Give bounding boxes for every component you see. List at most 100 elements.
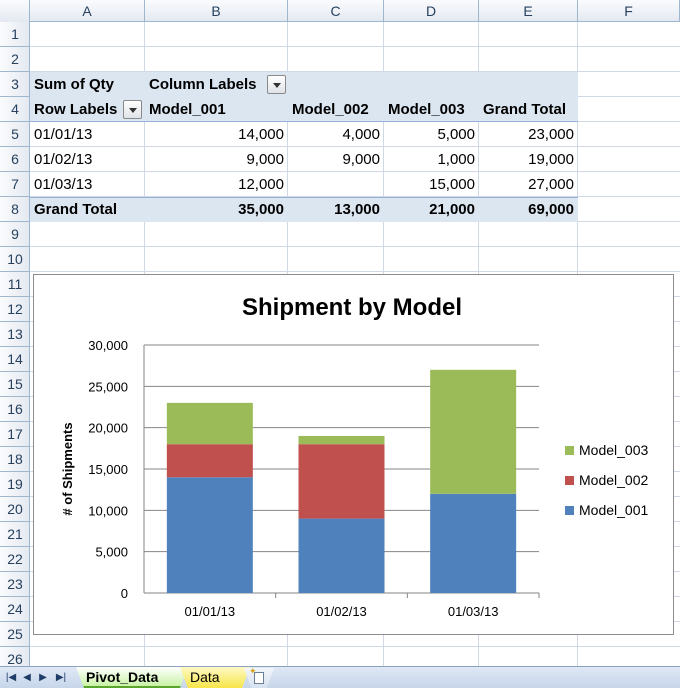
row-header-16[interactable]: 16 — [0, 397, 30, 422]
pivot-cell[interactable]: 5,000 — [384, 122, 479, 147]
sheet-tab-pivot-data[interactable]: Pivot_Data — [76, 667, 188, 688]
pivot-cell[interactable]: 15,000 — [384, 172, 479, 197]
pivot-grand-total-cell[interactable]: 21,000 — [384, 197, 479, 222]
row-header-25[interactable]: 25 — [0, 622, 30, 647]
pivot-column-labels[interactable]: Column Labels — [145, 72, 265, 97]
pivot-cell[interactable]: 9,000 — [145, 147, 288, 172]
legend-swatch — [565, 476, 574, 485]
bar-segment-model-003 — [298, 435, 385, 445]
bar-segment-model-002 — [298, 444, 385, 519]
worksheet: A B C D E F 1 2 3 4 5 6 7 8 9 10 11 12 13 14 15 16 17 18 1… — [0, 0, 680, 666]
bar-segment-model-001 — [430, 493, 517, 593]
sheet-tab-data[interactable]: Data — [180, 667, 250, 688]
row-header-1[interactable]: 1 — [0, 22, 30, 47]
pivot-cell[interactable]: 12,000 — [145, 172, 288, 197]
legend-swatch — [565, 446, 574, 455]
row-header-20[interactable]: 20 — [0, 497, 30, 522]
row-header-15[interactable]: 15 — [0, 372, 30, 397]
row-header-21[interactable]: 21 — [0, 522, 30, 547]
row-header-3[interactable]: 3 — [0, 72, 30, 97]
legend-label: Model_003 — [579, 442, 648, 458]
x-tick-label: 01/03/13 — [448, 604, 499, 619]
pivot-grand-total-cell[interactable]: 35,000 — [145, 197, 288, 222]
pivot-row-label[interactable]: 01/03/13 — [30, 172, 145, 197]
row-header-19[interactable]: 19 — [0, 472, 30, 497]
row-header-12[interactable]: 12 — [0, 297, 30, 322]
row-header-23[interactable]: 23 — [0, 572, 30, 597]
row-header-2[interactable]: 2 — [0, 47, 30, 72]
insert-sheet-icon — [254, 672, 264, 684]
row-header-26[interactable]: 26 — [0, 647, 30, 666]
select-all-corner[interactable] — [0, 0, 30, 22]
x-tick-label: 01/02/13 — [316, 604, 367, 619]
pivot-cell[interactable]: 27,000 — [479, 172, 578, 197]
pivot-cell[interactable]: 23,000 — [479, 122, 578, 147]
column-header-f[interactable]: F — [578, 0, 680, 22]
sheet-tab-bar: |◀ ◀ ▶ ▶| Pivot_Data Data — [0, 666, 680, 688]
row-header-17[interactable]: 17 — [0, 422, 30, 447]
bar-segment-model-001 — [166, 477, 253, 593]
pivot-header-model-003[interactable]: Model_003 — [384, 97, 479, 122]
pivot-grand-total-cell[interactable]: 69,000 — [479, 197, 578, 222]
row-header-9[interactable]: 9 — [0, 222, 30, 247]
row-header-10[interactable]: 10 — [0, 247, 30, 272]
pivot-cell[interactable]: 19,000 — [479, 147, 578, 172]
bar-segment-model-001 — [298, 518, 385, 593]
y-tick-label: 0 — [121, 586, 128, 601]
pivot-grand-total-label[interactable]: Grand Total — [30, 197, 145, 222]
last-sheet-button[interactable]: ▶| — [54, 670, 68, 685]
first-sheet-button[interactable]: |◀ — [4, 670, 18, 685]
y-tick-label: 30,000 — [88, 338, 128, 353]
pivot-chart[interactable]: Shipment by Model 0 5,000 10,000 15,000 20,00… — [33, 274, 674, 635]
pivot-cell[interactable]: 9,000 — [288, 147, 384, 172]
y-tick-label: 25,000 — [88, 379, 128, 394]
y-tick-label: 5,000 — [95, 545, 128, 560]
pivot-header-model-002[interactable]: Model_002 — [288, 97, 384, 122]
row-header-18[interactable]: 18 — [0, 447, 30, 472]
pivot-cell[interactable]: 1,000 — [384, 147, 479, 172]
pivot-grand-total-cell[interactable]: 13,000 — [288, 197, 384, 222]
column-header-c[interactable]: C — [288, 0, 384, 22]
legend-label: Model_002 — [579, 472, 648, 488]
row-header-22[interactable]: 22 — [0, 547, 30, 572]
pivot-row-label[interactable]: 01/01/13 — [30, 122, 145, 147]
row-header-5[interactable]: 5 — [0, 122, 30, 147]
row-header-8[interactable]: 8 — [0, 197, 30, 222]
next-sheet-button[interactable]: ▶ — [36, 670, 50, 685]
row-header-14[interactable]: 14 — [0, 347, 30, 372]
pivot-header-grand-total[interactable]: Grand Total — [479, 97, 578, 122]
row-header-7[interactable]: 7 — [0, 172, 30, 197]
y-tick-label: 10,000 — [88, 503, 128, 518]
insert-sheet-button[interactable] — [244, 668, 274, 688]
column-header-bar: A B C D E F — [0, 0, 680, 22]
pivot-cell[interactable]: 14,000 — [145, 122, 288, 147]
pivot-row-label[interactable]: 01/02/13 — [30, 147, 145, 172]
row-header-4[interactable]: 4 — [0, 97, 30, 122]
pivot-header-model-001[interactable]: Model_001 — [145, 97, 288, 122]
column-header-a[interactable]: A — [30, 0, 145, 22]
row-header-24[interactable]: 24 — [0, 597, 30, 622]
pivot-cell[interactable] — [288, 172, 384, 197]
row-header-11[interactable]: 11 — [0, 272, 30, 297]
row-header-13[interactable]: 13 — [0, 322, 30, 347]
pivot-row-labels[interactable]: Row Labels — [30, 97, 122, 122]
row-header-bar: 1 2 3 4 5 6 7 8 9 10 11 12 13 14 15 16 17 18 19 20 21 22 23 24 2… — [0, 22, 30, 666]
legend-swatch — [565, 506, 574, 515]
row-labels-filter-dropdown[interactable] — [123, 100, 142, 119]
row-header-6[interactable]: 6 — [0, 147, 30, 172]
x-tick-label: 01/01/13 — [185, 604, 236, 619]
legend-label: Model_001 — [579, 502, 648, 518]
column-header-d[interactable]: D — [384, 0, 479, 22]
bar-segment-model-002 — [166, 444, 253, 478]
column-labels-filter-dropdown[interactable] — [267, 75, 286, 94]
prev-sheet-button[interactable]: ◀ — [20, 670, 34, 685]
pivot-values-label[interactable]: Sum of Qty — [30, 72, 145, 97]
chart-canvas: Shipment by Model 0 5,000 10,000 15,000 20,00… — [60, 294, 648, 619]
bar-segment-model-003 — [430, 369, 517, 494]
bar-segment-model-003 — [166, 402, 253, 445]
column-header-e[interactable]: E — [479, 0, 578, 22]
column-header-b[interactable]: B — [145, 0, 288, 22]
chart-title: Shipment by Model — [242, 294, 462, 321]
pivot-cell[interactable]: 4,000 — [288, 122, 384, 147]
y-tick-label: 15,000 — [88, 462, 128, 477]
